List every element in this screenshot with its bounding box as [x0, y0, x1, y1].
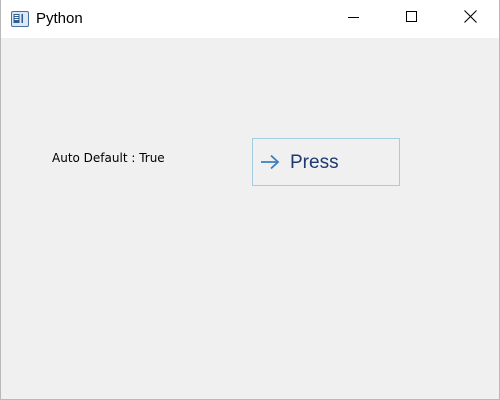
- close-icon: [463, 10, 477, 28]
- app-window: Python Auto Default: True Press: [0, 0, 500, 400]
- arrow-right-icon: [260, 154, 280, 170]
- press-command-link-button[interactable]: Press: [252, 138, 400, 186]
- maximize-icon: [406, 10, 418, 28]
- python-app-icon: [11, 11, 29, 27]
- title-bar[interactable]: Python: [1, 0, 499, 38]
- client-area: Auto Default : True Press: [1, 38, 499, 399]
- auto-default-label: Auto Default : True: [52, 151, 165, 165]
- maximize-button[interactable]: [389, 0, 435, 38]
- minimize-button[interactable]: [331, 0, 377, 38]
- window-title: Python: [36, 10, 83, 27]
- press-button-label: Press: [290, 152, 339, 173]
- minimize-icon: [348, 10, 360, 28]
- close-button[interactable]: [447, 0, 493, 38]
